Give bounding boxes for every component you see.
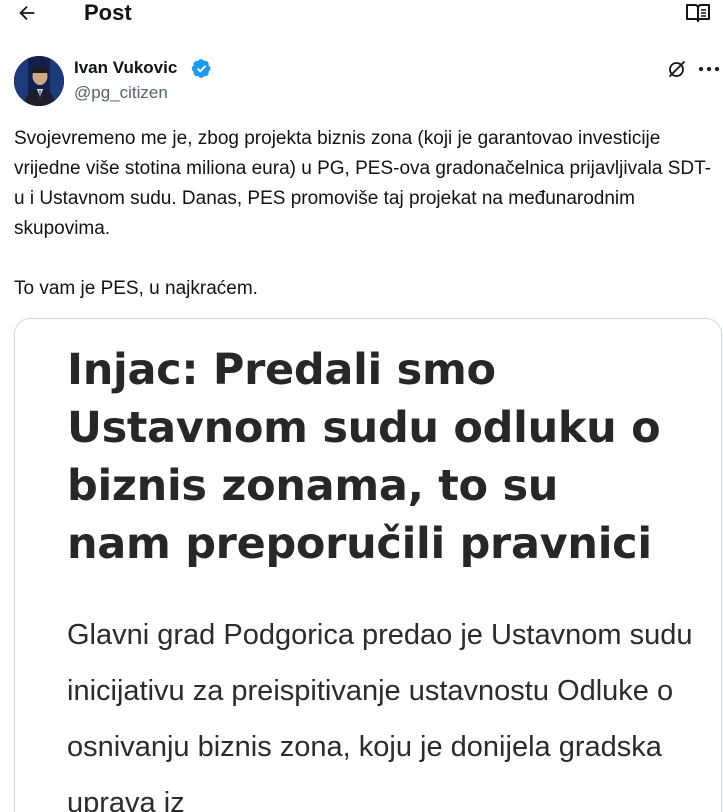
page-title: Post xyxy=(84,0,132,25)
more-options-button[interactable] xyxy=(696,58,722,80)
reader-mode-button[interactable] xyxy=(683,0,713,26)
media-image[interactable]: Injac: Predali smo Ustavnom sudu odluku … xyxy=(14,318,722,812)
article-headline: Injac: Predali smo Ustavnom sudu odluku … xyxy=(67,345,661,569)
avatar[interactable] xyxy=(14,56,64,106)
open-book-icon xyxy=(686,4,710,22)
grok-button[interactable] xyxy=(666,58,688,80)
top-bar: Post xyxy=(0,0,723,30)
grok-icon xyxy=(669,61,685,77)
arrow-left-icon xyxy=(19,5,35,21)
tweet-text: Svojevremeno me je, zbog projekta biznis… xyxy=(14,124,714,304)
back-button[interactable] xyxy=(12,0,42,26)
author-name[interactable]: Ivan Vukovic xyxy=(74,58,177,78)
article-lead: Glavni grad Podgorica predao je Ustavnom… xyxy=(67,619,693,812)
tweet-paragraph: To vam je PES, u najkraćem. xyxy=(14,278,258,299)
profile-photo-icon xyxy=(14,56,64,106)
verified-badge-icon xyxy=(191,59,211,78)
author-handle[interactable]: @pg_citizen xyxy=(74,83,168,103)
more-dots-icon xyxy=(699,67,719,71)
post-page: Post Ivan Vukovic @pg_citizen Svojevreme… xyxy=(0,0,723,812)
tweet-paragraph: Svojevremeno me je, zbog projekta biznis… xyxy=(14,128,711,239)
